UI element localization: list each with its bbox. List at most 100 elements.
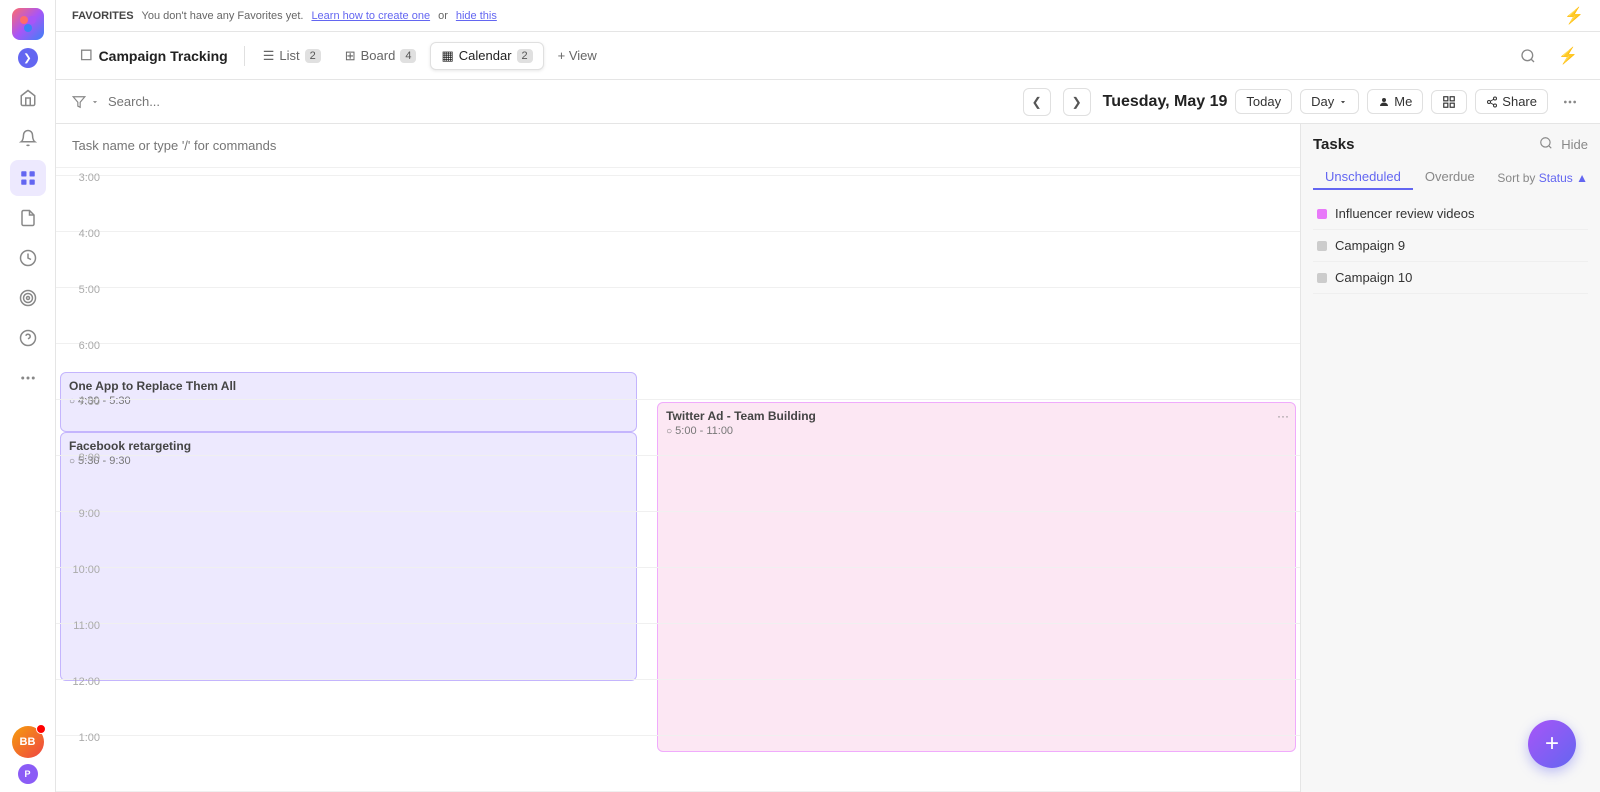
favorites-learn-link[interactable]: Learn how to create one [311,10,430,22]
prev-date-button[interactable]: ❮ [1023,88,1051,116]
favorites-bar: FAVORITES You don't have any Favorites y… [56,0,1600,32]
page-title[interactable]: ☐ Campaign Tracking [72,43,236,68]
time-label: 12:00 [56,672,108,688]
tab-board-label: Board [361,48,396,63]
sidebar-item-spaces[interactable] [10,160,46,196]
time-row: 4:00 [56,232,1300,288]
sidebar-item-docs[interactable] [10,200,46,236]
sort-value[interactable]: Status ▲ [1539,171,1588,185]
calendar-area: One App to Replace Them All ○ 4:30 - 5:3… [56,124,1600,792]
sidebar-item-more[interactable] [10,360,46,396]
sidebar-item-notifications[interactable] [10,120,46,156]
tasks-tabs: Unscheduled Overdue Sort by Status ▲ [1313,165,1588,190]
group-button[interactable] [1431,90,1467,114]
lightning-button[interactable]: ⚡ [1552,40,1584,72]
notification-badge [36,724,46,734]
tab-board[interactable]: ⊞ Board 4 [335,43,427,69]
next-date-button[interactable]: ❯ [1063,88,1091,116]
share-button[interactable]: Share [1475,89,1548,114]
tab-list-icon: ☰ [263,48,275,64]
sidebar-item-pulse[interactable] [10,240,46,276]
task-list: Influencer review videos Campaign 9 Camp… [1313,198,1588,294]
tasks-hide-button[interactable]: Hide [1561,137,1588,152]
tasks-search-icon[interactable] [1539,136,1553,153]
lightning-icon[interactable]: ⚡ [1564,6,1584,26]
tab-bar-actions: ⚡ [1512,40,1584,72]
favorites-or: or [438,10,448,22]
main-content: FAVORITES You don't have any Favorites y… [56,0,1600,792]
search-input[interactable] [108,94,308,109]
fab-button[interactable]: + [1528,720,1576,768]
task-item-t1[interactable]: Influencer review videos [1313,198,1588,230]
favorites-hide-link[interactable]: hide this [456,10,497,22]
tab-calendar-label: Calendar [459,48,512,63]
tab-list[interactable]: ☰ List 2 [253,43,331,69]
task-name: Campaign 10 [1335,270,1412,285]
tab-bar: ☐ Campaign Tracking ☰ List 2 ⊞ Board 4 ▦… [56,32,1600,80]
tab-divider [244,46,245,66]
app-logo[interactable] [12,8,44,40]
time-row: 9:00 [56,512,1300,568]
task-color-indicator [1317,209,1327,219]
tab-list-label: List [279,48,299,63]
tab-list-badge: 2 [305,49,321,63]
today-button[interactable]: Today [1235,89,1292,114]
time-row: 7:00 [56,400,1300,456]
tab-unscheduled[interactable]: Unscheduled [1313,165,1413,190]
tab-calendar-icon: ▦ [441,48,453,64]
sidebar-item-help[interactable] [10,320,46,356]
right-panel: Tasks Hide Unscheduled Overdue Sort by S… [1300,124,1600,792]
time-row: 1:00 [56,736,1300,792]
page-title-text: Campaign Tracking [99,48,228,64]
filter-button[interactable] [72,95,100,109]
task-color-indicator [1317,241,1327,251]
task-name: Influencer review videos [1335,206,1474,221]
time-label: 3:00 [56,168,108,184]
time-label: 5:00 [56,280,108,296]
date-navigation: ❮ ❯ Tuesday, May 19 [1023,88,1228,116]
sort-by-label: Sort by Status ▲ [1497,171,1588,185]
me-button[interactable]: Me [1367,89,1423,114]
more-options-button[interactable] [1556,88,1584,116]
time-row: 10:00 [56,568,1300,624]
sidebar-item-goals[interactable] [10,280,46,316]
day-selector-chevron [1338,97,1348,107]
collapse-button[interactable]: ❯ [18,48,38,68]
avatar-sub[interactable]: P [18,764,38,784]
time-label: 8:00 [56,448,108,464]
day-selector[interactable]: Day [1300,89,1359,114]
time-row: 3:00 [56,176,1300,232]
tasks-header: Tasks Hide [1313,136,1588,153]
time-label: 11:00 [56,616,108,632]
tasks-title: Tasks [1313,136,1539,153]
time-label: 7:00 [56,392,108,408]
tab-calendar-badge: 2 [517,49,533,63]
time-grid[interactable]: One App to Replace Them All ○ 4:30 - 5:3… [56,124,1300,792]
toolbar: ❮ ❯ Tuesday, May 19 Today Day Me Share [56,80,1600,124]
add-view-button[interactable]: + View [548,43,607,68]
group-icon [1442,95,1456,109]
avatar[interactable]: BB [12,726,44,758]
time-row: 12:00 [56,680,1300,736]
favorites-message: You don't have any Favorites yet. [142,10,304,22]
task-name-input[interactable] [72,138,1284,153]
task-item-t2[interactable]: Campaign 9 [1313,230,1588,262]
time-label: 10:00 [56,560,108,576]
tab-overdue[interactable]: Overdue [1413,165,1487,190]
share-icon [1486,96,1498,108]
page-title-icon: ☐ [80,47,93,64]
task-item-t3[interactable]: Campaign 10 [1313,262,1588,294]
time-row: 8:00 [56,456,1300,512]
sidebar: ❯ BB P [0,0,56,792]
search-button[interactable] [1512,40,1544,72]
task-input-row [56,124,1300,168]
tab-board-badge: 4 [400,49,416,63]
me-icon [1378,96,1390,108]
time-rows: One App to Replace Them All ○ 4:30 - 5:3… [56,124,1300,792]
sidebar-item-home[interactable] [10,80,46,116]
add-view-label: + View [558,48,597,63]
tab-board-icon: ⊞ [345,48,356,64]
time-row: 6:00 [56,344,1300,400]
tab-calendar[interactable]: ▦ Calendar 2 [430,42,543,70]
current-date: Tuesday, May 19 [1103,93,1228,111]
